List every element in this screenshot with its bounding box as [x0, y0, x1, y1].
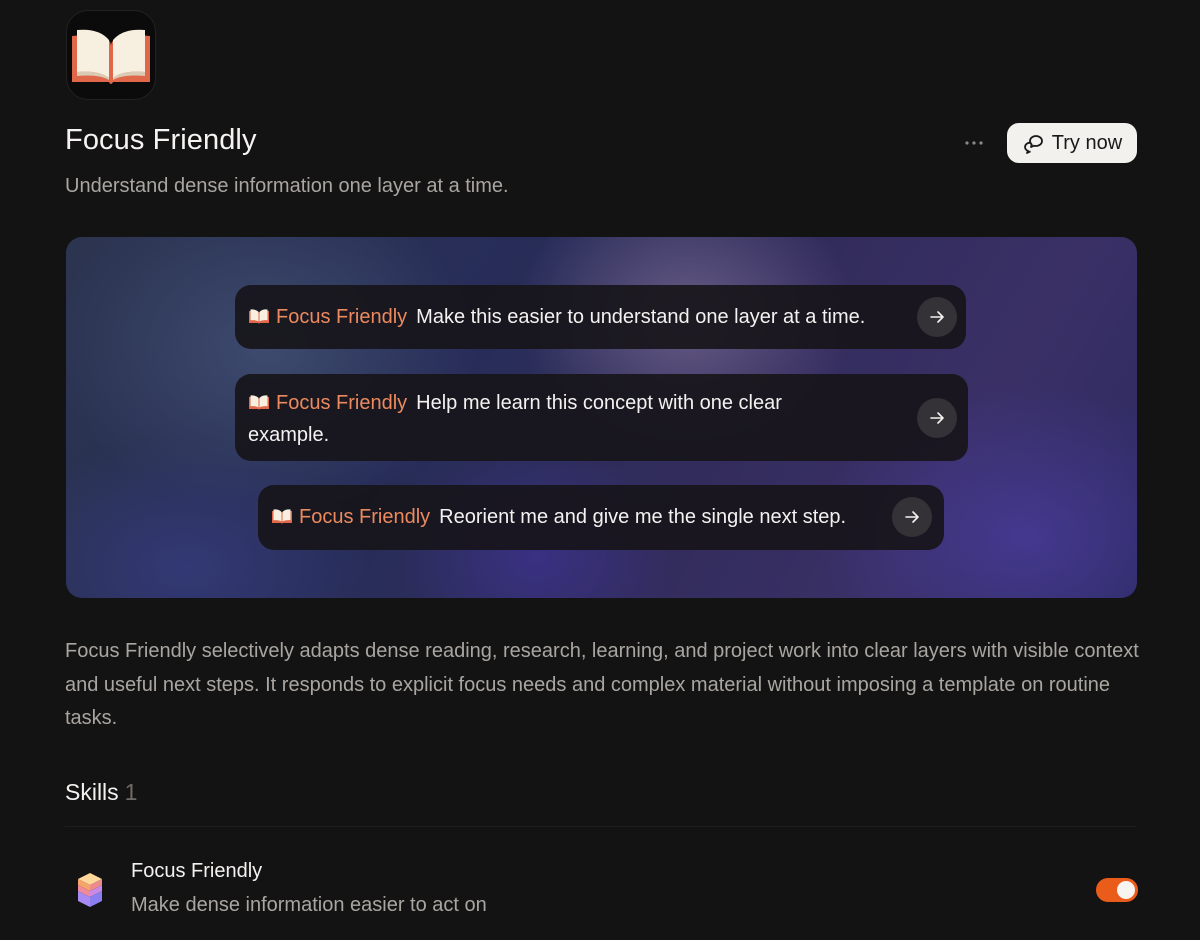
prompt-text: Make this easier to understand one layer… — [416, 306, 866, 328]
more-options-button[interactable] — [960, 130, 988, 156]
skill-description: Make dense information easier to act on — [131, 894, 487, 916]
skills-heading: Skills 1 — [65, 779, 137, 806]
prompt-text-wrap: Focus Friendly Help me learn this concept… — [248, 387, 808, 451]
try-now-button[interactable]: Try now — [1007, 123, 1137, 163]
plugin-description: Focus Friendly selectively adapts dense … — [65, 640, 1139, 729]
skill-name: Focus Friendly — [131, 860, 263, 882]
open-book-icon — [249, 309, 269, 324]
try-now-label: Try now — [1051, 131, 1123, 154]
toggle-knob — [1117, 881, 1135, 899]
skills-count: 1 — [124, 779, 138, 805]
send-prompt-button[interactable] — [917, 398, 957, 438]
arrow-right-icon — [930, 311, 944, 323]
prompt-plugin-tag: Focus Friendly — [276, 306, 408, 328]
send-prompt-button[interactable] — [892, 497, 932, 537]
chat-bubbles-icon — [1023, 135, 1043, 154]
prompt-text-wrap: Focus Friendly Reorient me and give me th… — [271, 501, 846, 533]
prompt-text: Reorient me and give me the single next … — [439, 506, 847, 528]
page-subtitle: Understand dense information one layer a… — [65, 175, 509, 197]
prompt-plugin-tag: Focus Friendly — [276, 392, 408, 414]
prompt-plugin-tag: Focus Friendly — [299, 506, 431, 528]
example-prompt-2[interactable]: Focus Friendly Help me learn this concept… — [235, 374, 968, 461]
open-book-icon — [249, 395, 269, 410]
ellipsis-icon — [965, 141, 983, 145]
skills-heading-label: Skills — [65, 779, 119, 805]
example-prompt-3[interactable]: Focus Friendly Reorient me and give me th… — [258, 485, 944, 550]
prompt-text-wrap: Focus Friendly Make this easier to unders… — [248, 301, 865, 333]
arrow-right-icon — [930, 412, 944, 424]
example-prompt-1[interactable]: Focus Friendly Make this easier to unders… — [235, 285, 966, 349]
open-book-icon — [66, 10, 156, 100]
page-title: Focus Friendly — [65, 124, 257, 156]
skill-enabled-toggle[interactable] — [1096, 878, 1138, 902]
stacked-cubes-icon — [78, 873, 102, 907]
example-prompts-hero: Focus Friendly Make this easier to unders… — [66, 237, 1137, 598]
open-book-icon — [272, 509, 292, 524]
arrow-right-icon — [905, 511, 919, 523]
send-prompt-button[interactable] — [917, 297, 957, 337]
plugin-detail-page: Focus Friendly Understand dense informat… — [0, 0, 1200, 940]
divider — [65, 826, 1137, 827]
